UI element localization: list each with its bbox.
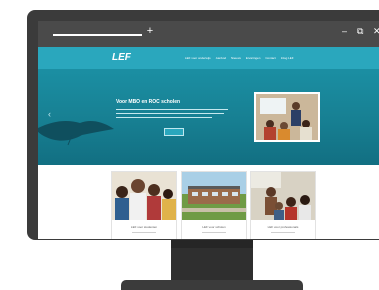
hero-text-line (116, 113, 224, 114)
nav-item[interactable]: Nieuws (231, 56, 241, 60)
monitor-bezel: + – ⧉ ✕ LEF LEF voor onderwijs Aanbod Ni… (27, 10, 379, 240)
nav-item[interactable]: Contact (265, 56, 275, 60)
close-button[interactable]: ✕ (373, 26, 379, 36)
card-underline (271, 232, 295, 233)
card-professionals[interactable]: LEF voor professionals (250, 171, 316, 239)
card-caption: LEF voor professionals (267, 225, 299, 229)
monitor-stand-shadow (171, 240, 253, 248)
browser-tab[interactable] (53, 34, 142, 36)
hero-text-line (116, 117, 212, 118)
card-schools[interactable]: LEF voor scholen (181, 171, 247, 239)
slider-prev-icon[interactable]: ‹ (48, 109, 51, 119)
screen: + – ⧉ ✕ LEF LEF voor onderwijs Aanbod Ni… (38, 21, 379, 239)
nav-item[interactable]: Aanbod (216, 56, 226, 60)
cards-section: LEF voor studenten LEF voor scholen LEF … (38, 165, 379, 239)
hero-title: Voor MBO en ROC scholen (116, 99, 181, 105)
restore-button[interactable]: ⧉ (357, 26, 363, 36)
classroom-photo (251, 172, 315, 220)
card-caption: LEF voor studenten (130, 225, 158, 229)
card-underline (202, 232, 226, 233)
card-caption: LEF voor scholen (202, 225, 226, 229)
card-students[interactable]: LEF voor studenten (111, 171, 177, 239)
browser-tab-bar: + – ⧉ ✕ (38, 21, 379, 47)
hero-button[interactable] (164, 128, 184, 136)
school-building-photo (182, 172, 246, 220)
nav-item[interactable]: Inlog LEF (281, 56, 294, 60)
site-navbar: LEF LEF voor onderwijs Aanbod Nieuws Erv… (38, 47, 379, 69)
students-photo (112, 172, 176, 220)
hero-banner: ‹ › Voor MBO en ROC scholen (38, 69, 379, 165)
site-logo[interactable]: LEF (112, 52, 144, 64)
minimize-button[interactable]: – (342, 26, 347, 36)
site-nav: LEF voor onderwijs Aanbod Nieuws Ervarin… (185, 56, 294, 60)
new-tab-button[interactable]: + (144, 24, 156, 38)
hero-text-line (116, 109, 228, 110)
hero-photo (254, 92, 320, 142)
nav-item[interactable]: LEF voor onderwijs (185, 56, 211, 60)
card-underline (132, 232, 156, 233)
monitor-stand-base (121, 280, 303, 290)
nav-item[interactable]: Ervaringen (246, 56, 261, 60)
